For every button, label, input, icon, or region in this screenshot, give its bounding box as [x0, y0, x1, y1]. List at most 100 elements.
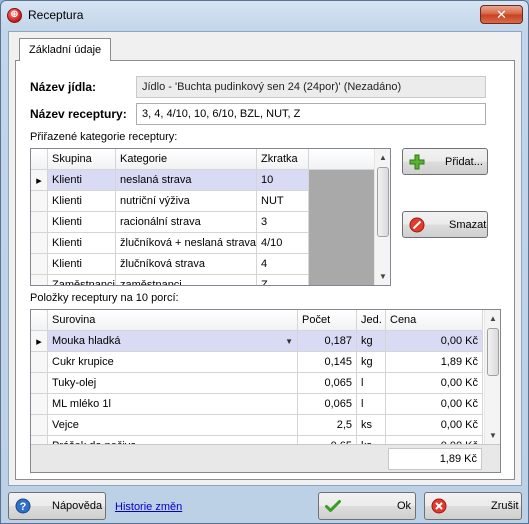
cell-kategorie: žlučníková + neslaná strava [116, 233, 257, 254]
cell-cena: 0,00 Kč [386, 415, 483, 436]
cell-kategorie: neslaná strava [116, 170, 257, 191]
table-row[interactable]: Zaměstnanci zaměstnanci Z [31, 275, 390, 285]
ok-label: Ok [397, 500, 412, 512]
cell-jed: kg [357, 352, 386, 373]
col-filler [309, 149, 375, 170]
row-header-cell [31, 191, 48, 212]
cell-skupina: Klienti [48, 191, 116, 212]
nazev-receptury-input[interactable]: 3, 4, 4/10, 10, 6/10, BZL, NUT, Z [136, 103, 486, 125]
scroll-up-icon[interactable]: ▲ [485, 310, 500, 327]
items-header: Surovina Počet Jed. Cena [31, 310, 500, 331]
table-row[interactable]: ▸ Mouka hladká ▼ 0,187 kg 0,00 Kč [31, 331, 500, 352]
cell-skupina: Klienti [48, 212, 116, 233]
cell-pocet: 0,187 [298, 331, 357, 352]
help-button[interactable]: ? Nápověda [8, 492, 106, 520]
remove-category-label: Smazat [449, 218, 487, 231]
svg-text:?: ? [20, 501, 27, 513]
cell-pocet: 0,65 [298, 436, 357, 444]
cell-skupina: Klienti [48, 233, 116, 254]
row-header-cell [31, 275, 48, 285]
total-price: 1,89 Kč [388, 448, 482, 470]
cell-skupina: Klienti [48, 170, 116, 191]
add-category-button[interactable]: Přidat... [402, 148, 488, 175]
cell-skupina: Zaměstnanci [48, 275, 116, 285]
col-zkratka[interactable]: Zkratka [257, 149, 309, 170]
row-header-cell [31, 149, 48, 170]
col-jed[interactable]: Jed. [357, 310, 386, 331]
row-header-cell [31, 415, 48, 436]
cell-pocet: 0,065 [298, 373, 357, 394]
row-header-cell [31, 212, 48, 233]
plus-icon [408, 153, 426, 171]
table-row[interactable]: Klienti nutriční výživa NUT [31, 191, 390, 212]
table-row[interactable]: ML mléko 1l 0,065 l 0,00 Kč [31, 394, 500, 415]
row-header-cell [31, 394, 48, 415]
table-row[interactable]: ▸ Klienti neslaná strava 10 [31, 170, 390, 191]
cancel-label: Zrušit [491, 500, 519, 512]
cell-jed: ks [357, 415, 386, 436]
table-row[interactable]: Klienti racionální strava 3 [31, 212, 390, 233]
cell-jed: ks [357, 436, 386, 444]
items-scrollbar[interactable]: ▲ ▼ [484, 310, 500, 444]
nazev-jidla-label: Název jídla: [30, 80, 97, 94]
cell-kategorie: žlučníková strava [116, 254, 257, 275]
tab-zakladni-udaje[interactable]: Základní údaje [19, 38, 112, 61]
col-skupina[interactable]: Skupina [48, 149, 116, 170]
add-category-label: Přidat... [445, 155, 483, 168]
close-button[interactable]: ✕ [480, 5, 523, 24]
delete-icon [408, 216, 426, 234]
row-header-cell [31, 310, 48, 331]
cell-surovina: Prášek do pečiva [48, 436, 298, 444]
table-row[interactable]: Vejce 2,5 ks 0,00 Kč [31, 415, 500, 436]
cell-kategorie: racionální strava [116, 212, 257, 233]
cell-cena: 0,00 Kč [386, 394, 483, 415]
row-header-cell [31, 352, 48, 373]
cell-surovina[interactable]: Mouka hladká ▼ [48, 331, 298, 352]
table-row[interactable]: Tuky-olej 0,065 l 0,00 Kč [31, 373, 500, 394]
cell-cena: 1,89 Kč [386, 352, 483, 373]
col-pocet[interactable]: Počet [298, 310, 357, 331]
cell-jed: l [357, 373, 386, 394]
categories-grid: Skupina Kategorie Zkratka ▸ Klienti nesl… [30, 148, 391, 286]
cell-zkratka: 4 [257, 254, 309, 275]
col-kategorie[interactable]: Kategorie [116, 149, 257, 170]
app-icon: ⊕ [7, 7, 22, 23]
row-header-cell [31, 373, 48, 394]
ok-button[interactable]: Ok [318, 492, 416, 520]
scroll-thumb[interactable] [487, 328, 499, 376]
col-surovina[interactable]: Surovina [48, 310, 298, 331]
cancel-icon [430, 497, 448, 515]
cell-surovina: Tuky-olej [48, 373, 298, 394]
current-row-arrow-icon: ▸ [31, 170, 48, 191]
categories-header: Skupina Kategorie Zkratka [31, 149, 390, 170]
cell-cena: 0,00 Kč [386, 436, 483, 444]
remove-category-button[interactable]: Smazat [402, 211, 488, 238]
table-row[interactable]: Cukr krupice 0,145 kg 1,89 Kč [31, 352, 500, 373]
scroll-thumb[interactable] [377, 167, 389, 237]
table-row[interactable]: Prášek do pečiva 0,65 ks 0,00 Kč [31, 436, 500, 444]
table-row[interactable]: Klienti žlučníková strava 4 [31, 254, 390, 275]
help-icon: ? [14, 497, 32, 515]
cell-cena: 0,00 Kč [386, 331, 483, 352]
scroll-down-icon[interactable]: ▼ [375, 268, 390, 285]
cell-zkratka: 10 [257, 170, 309, 191]
cancel-button[interactable]: Zrušit [424, 492, 522, 520]
current-row-arrow-icon: ▸ [31, 331, 48, 352]
row-header-cell [31, 436, 48, 444]
cell-surovina: Cukr krupice [48, 352, 298, 373]
table-row[interactable]: Klienti žlučníková + neslaná strava 4/10 [31, 233, 390, 254]
items-grid: Surovina Počet Jed. Cena ▸ Mouka hladká … [30, 309, 501, 473]
scroll-up-icon[interactable]: ▲ [375, 149, 390, 166]
cell-kategorie: zaměstnanci [116, 275, 257, 285]
history-link[interactable]: Historie změn [115, 501, 182, 513]
scroll-down-icon[interactable]: ▼ [485, 427, 500, 444]
dialog-client: Základní údaje Název jídla: Jídlo - 'Buc… [8, 31, 522, 486]
cell-jed: l [357, 394, 386, 415]
cell-zkratka: Z [257, 275, 309, 285]
items-label: Položky receptury na 10 porcí: [30, 292, 179, 304]
cell-jed: kg [357, 331, 386, 352]
col-cena[interactable]: Cena [386, 310, 483, 331]
categories-scrollbar[interactable]: ▲ ▼ [374, 149, 390, 285]
nazev-receptury-label: Název receptury: [30, 107, 127, 121]
dropdown-arrow-icon[interactable]: ▼ [285, 337, 293, 346]
